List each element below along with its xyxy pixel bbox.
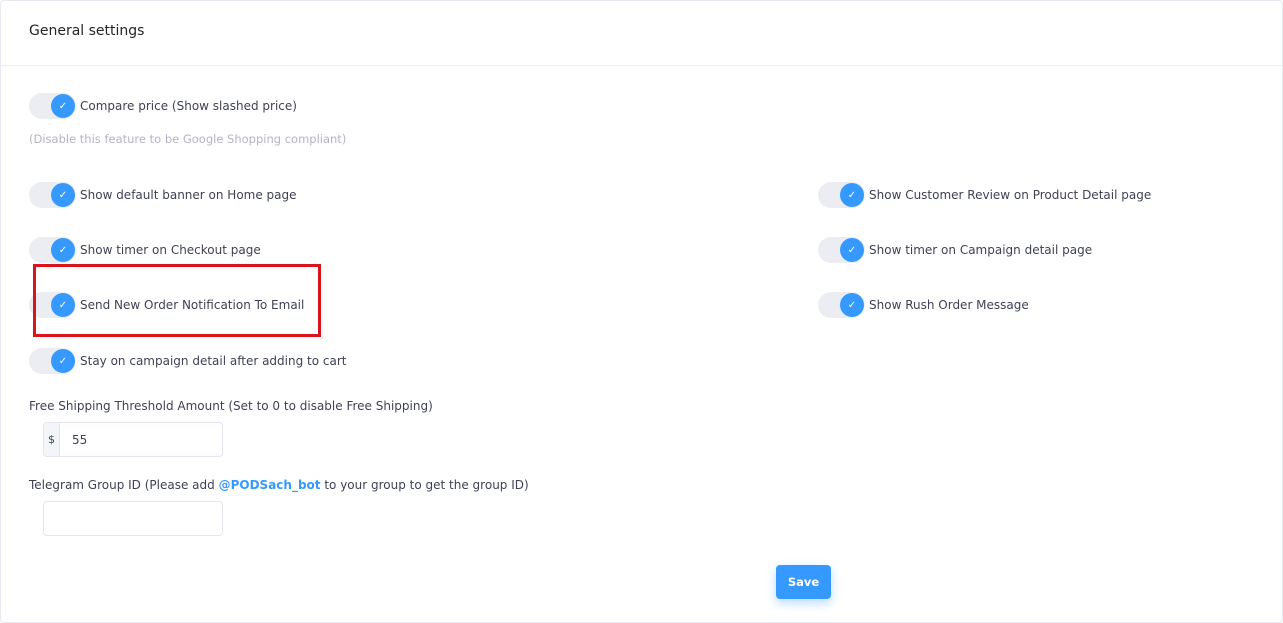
free-shipping-input-group: $ xyxy=(43,422,223,457)
telegram-label: Telegram Group ID (Please add @PODSach_b… xyxy=(29,478,529,492)
compare-price-switch[interactable]: ✓ xyxy=(29,93,76,119)
check-icon: ✓ xyxy=(840,238,864,262)
order-notification-switch[interactable]: ✓ xyxy=(29,292,76,318)
telegram-label-prefix: Telegram Group ID (Please add xyxy=(29,478,219,492)
stay-on-campaign-switch[interactable]: ✓ xyxy=(29,348,76,374)
timer-checkout-toggle-row[interactable]: ✓ Show timer on Checkout page xyxy=(29,237,261,263)
order-notification-toggle-row[interactable]: ✓ Send New Order Notification To Email xyxy=(29,292,304,318)
google-shopping-hint: (Disable this feature to be Google Shopp… xyxy=(29,132,347,146)
order-notification-label: Send New Order Notification To Email xyxy=(80,298,305,312)
customer-review-toggle-row[interactable]: ✓ Show Customer Review on Product Detail… xyxy=(818,182,1151,208)
timer-campaign-toggle-row[interactable]: ✓ Show timer on Campaign detail page xyxy=(818,237,1092,263)
stay-on-campaign-toggle-row[interactable]: ✓ Stay on campaign detail after adding t… xyxy=(29,348,347,374)
rush-order-label: Show Rush Order Message xyxy=(869,298,1029,312)
check-icon: ✓ xyxy=(51,349,75,373)
free-shipping-input[interactable] xyxy=(60,423,222,456)
free-shipping-label: Free Shipping Threshold Amount (Set to 0… xyxy=(29,399,433,413)
check-icon: ✓ xyxy=(840,183,864,207)
general-settings-card: General settings ✓ Compare price (Show s… xyxy=(0,0,1283,623)
default-banner-toggle-row[interactable]: ✓ Show default banner on Home page xyxy=(29,182,297,208)
timer-campaign-label: Show timer on Campaign detail page xyxy=(869,243,1093,257)
timer-checkout-label: Show timer on Checkout page xyxy=(80,243,261,257)
rush-order-toggle-row[interactable]: ✓ Show Rush Order Message xyxy=(818,292,1029,318)
timer-checkout-switch[interactable]: ✓ xyxy=(29,237,76,263)
default-banner-switch[interactable]: ✓ xyxy=(29,182,76,208)
page-title: General settings xyxy=(29,23,145,39)
save-button[interactable]: Save xyxy=(776,565,831,599)
telegram-group-id-input[interactable] xyxy=(43,501,223,536)
card-header: General settings xyxy=(1,1,1282,66)
default-banner-label: Show default banner on Home page xyxy=(80,188,297,202)
currency-prefix: $ xyxy=(44,423,60,456)
check-icon: ✓ xyxy=(51,293,75,317)
customer-review-switch[interactable]: ✓ xyxy=(818,182,865,208)
check-icon: ✓ xyxy=(51,183,75,207)
stay-on-campaign-label: Stay on campaign detail after adding to … xyxy=(80,354,347,368)
check-icon: ✓ xyxy=(51,238,75,262)
check-icon: ✓ xyxy=(51,94,75,118)
check-icon: ✓ xyxy=(840,293,864,317)
compare-price-toggle-row[interactable]: ✓ Compare price (Show slashed price) xyxy=(29,93,297,119)
telegram-label-suffix: to your group to get the group ID) xyxy=(320,478,529,492)
compare-price-label: Compare price (Show slashed price) xyxy=(80,99,297,113)
rush-order-switch[interactable]: ✓ xyxy=(818,292,865,318)
telegram-bot-link[interactable]: @PODSach_bot xyxy=(219,478,321,492)
timer-campaign-switch[interactable]: ✓ xyxy=(818,237,865,263)
customer-review-label: Show Customer Review on Product Detail p… xyxy=(869,188,1152,202)
